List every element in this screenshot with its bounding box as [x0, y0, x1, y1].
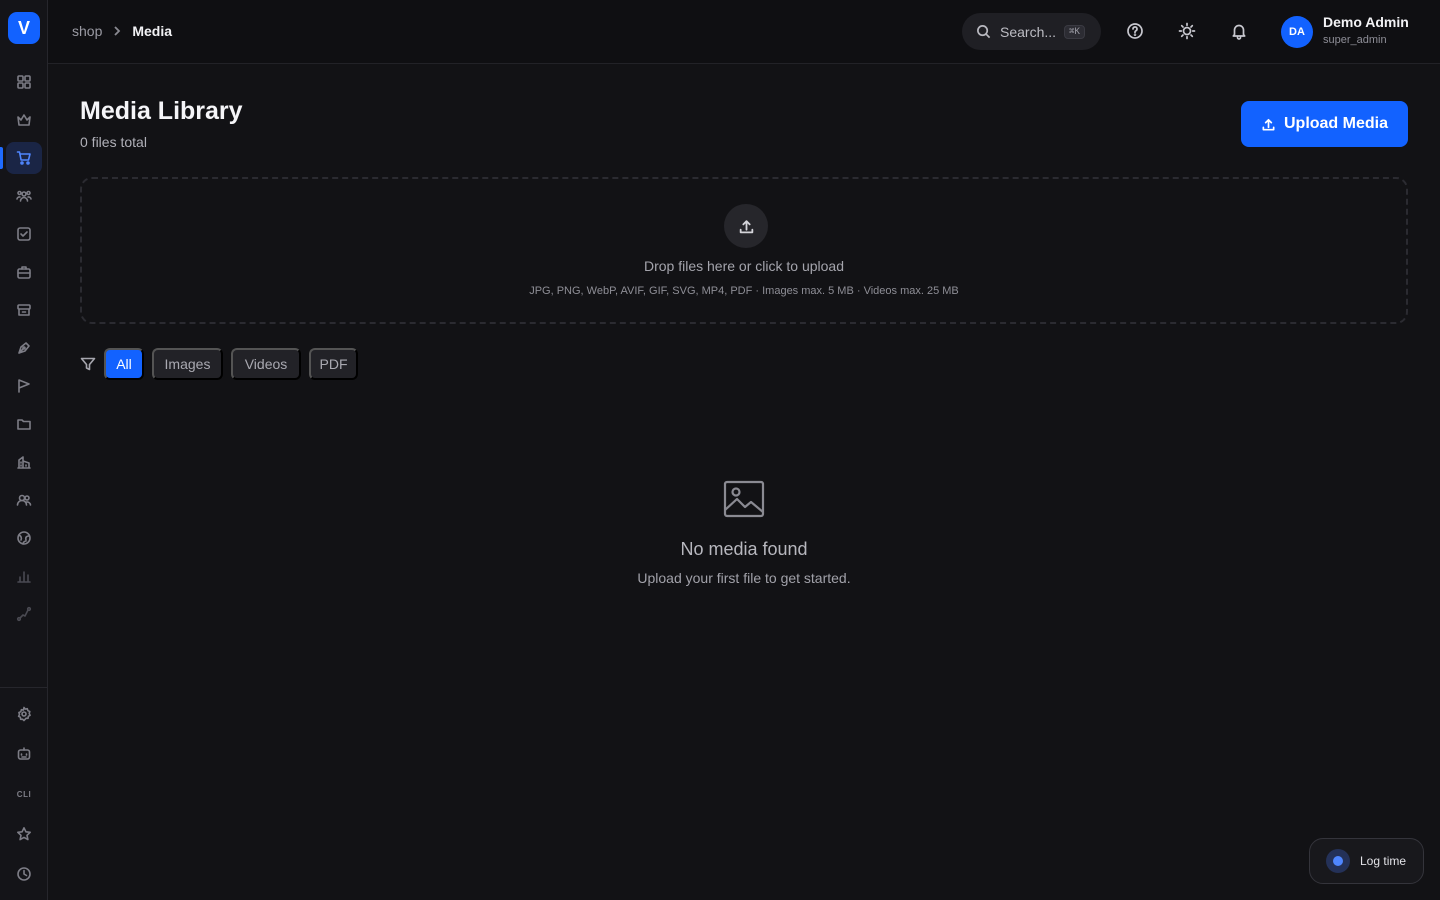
empty-state-subtitle: Upload your first file to get started. [637, 570, 851, 586]
top-header: shop Media Search... ⌘K DA Demo Admin su… [48, 0, 1440, 64]
users-icon [16, 494, 32, 506]
sidebar-item-team[interactable] [6, 180, 42, 212]
upload-icon [1262, 118, 1275, 130]
sidebar-item-routes[interactable] [6, 598, 42, 630]
filter-tab-all[interactable]: All [104, 348, 144, 380]
filter-tab-videos[interactable]: Videos [231, 348, 301, 380]
dashboard-grid-icon [17, 75, 31, 89]
log-time-button[interactable]: Log time [1309, 838, 1424, 884]
folder-icon [17, 419, 31, 430]
sidebar-item-history[interactable] [6, 858, 42, 890]
help-circle-icon [1127, 23, 1143, 39]
sidebar-item-files[interactable] [6, 408, 42, 440]
sidebar-item-settings[interactable] [6, 698, 42, 730]
log-time-label: Log time [1360, 854, 1407, 868]
sidebar-item-archive[interactable] [6, 294, 42, 326]
clock-icon [17, 867, 31, 881]
pen-tool-icon [18, 342, 30, 354]
sidebar-item-briefcase[interactable] [6, 256, 42, 288]
user-name[interactable]: Demo Admin [1323, 14, 1409, 30]
shopping-cart-icon [16, 151, 31, 165]
theme-toggle-button[interactable] [1176, 20, 1198, 42]
star-icon [17, 827, 31, 841]
bell-icon [1232, 24, 1246, 40]
buildings-icon [17, 456, 31, 469]
route-icon [16, 606, 32, 622]
dropzone-hint: JPG, PNG, WebP, AVIF, GIF, SVG, MP4, PDF… [529, 285, 959, 297]
timer-dot-icon [1326, 849, 1350, 873]
user-role: super_admin [1323, 34, 1387, 46]
sun-icon [1178, 22, 1196, 40]
upload-media-button[interactable]: Upload Media [1241, 101, 1408, 147]
sidebar-item-design[interactable] [6, 332, 42, 364]
file-count: 0 files total [80, 134, 147, 150]
dropzone-upload-badge [724, 204, 768, 248]
sidebar-item-shop[interactable] [6, 142, 42, 174]
empty-state-title: No media found [680, 539, 808, 559]
sidebar-item-automation[interactable] [6, 738, 42, 770]
robot-icon [17, 747, 31, 760]
filter-tab-pdf[interactable]: PDF [309, 348, 358, 380]
search-button[interactable]: Search... ⌘K [962, 13, 1101, 50]
app-logo[interactable]: V [8, 12, 40, 44]
flag-icon [18, 379, 30, 393]
sidebar-item-crown[interactable] [6, 104, 42, 136]
sidebar-item-cli[interactable]: CLI [6, 778, 42, 810]
page-title: Media Library [80, 97, 243, 125]
filter-tab-images[interactable]: Images [152, 348, 223, 380]
help-button[interactable] [1124, 20, 1146, 42]
dropzone-title: Drop files here or click to upload [644, 258, 844, 274]
upload-dropzone[interactable]: Drop files here or click to upload JPG, … [80, 177, 1408, 324]
search-placeholder: Search... [1000, 23, 1057, 40]
crown-icon [17, 114, 31, 126]
notifications-button[interactable] [1228, 20, 1250, 42]
breadcrumb: shop Media [72, 23, 172, 39]
team-icon [16, 190, 32, 202]
sidebar-item-campaigns[interactable] [6, 370, 42, 402]
image-placeholder-icon [722, 479, 766, 519]
search-icon [977, 25, 991, 39]
settings-gear-icon [17, 706, 31, 722]
upload-icon [739, 219, 753, 233]
filter-icon [80, 356, 96, 372]
sidebar: V CLI [0, 0, 48, 900]
checkbox-icon [17, 227, 31, 241]
user-avatar[interactable]: DA [1281, 16, 1313, 48]
breadcrumb-current: Media [132, 23, 173, 39]
sidebar-divider [0, 687, 48, 688]
breadcrumb-shop-link[interactable]: shop [72, 23, 102, 39]
sidebar-item-tasks[interactable] [6, 218, 42, 250]
sidebar-item-favorites[interactable] [6, 818, 42, 850]
active-indicator [0, 147, 3, 169]
sidebar-item-company[interactable] [6, 446, 42, 478]
chevron-right-icon [110, 24, 124, 38]
sidebar-item-dashboard[interactable] [6, 66, 42, 98]
upload-media-label: Upload Media [1283, 115, 1388, 132]
search-shortcut-badge: ⌘K [1064, 24, 1085, 39]
cli-icon: CLI [16, 789, 32, 799]
sidebar-item-users[interactable] [6, 484, 42, 516]
briefcase-icon [17, 266, 31, 279]
archive-box-icon [17, 304, 31, 316]
